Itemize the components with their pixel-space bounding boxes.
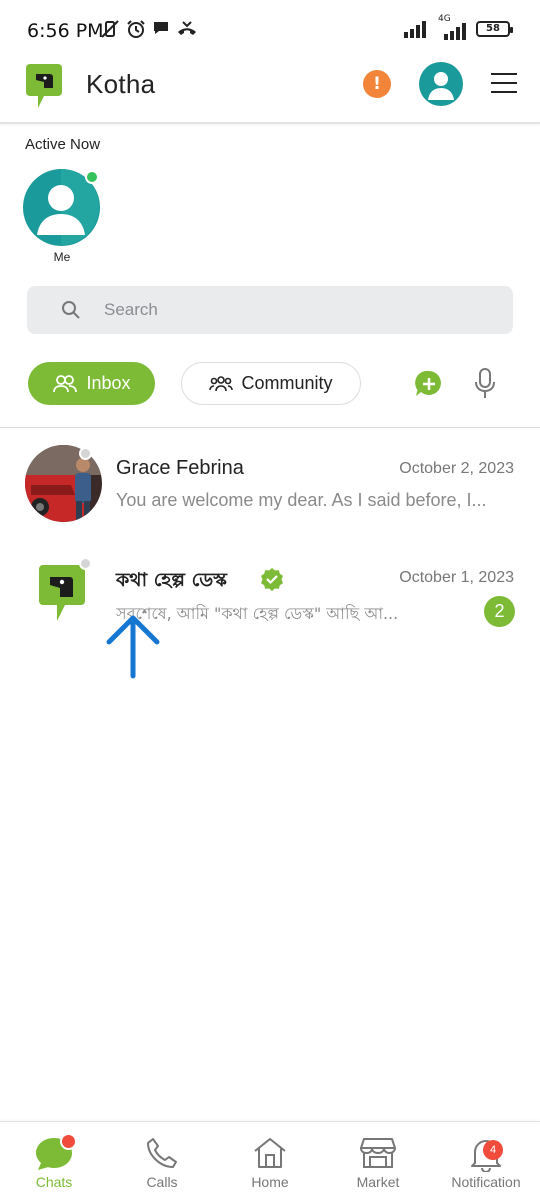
missed-call-icon [178, 21, 196, 35]
chat-message-preview: You are welcome my dear. As I said befor… [116, 490, 487, 510]
search-icon [62, 301, 80, 319]
user-icon [428, 72, 454, 100]
active-now-label: Active Now [25, 136, 101, 153]
chat-date: October 2, 2023 [399, 460, 514, 477]
community-icon [209, 375, 234, 391]
hamburger-menu-icon[interactable] [491, 73, 517, 93]
chat-bubble-icon [154, 22, 168, 34]
nav-notification[interactable]: 4 Notification [432, 1122, 540, 1200]
notification-dot [60, 1133, 77, 1150]
chat-message-preview: সবশেষে, আমি "কথা হেল্প ডেস্ক" আছি আ... [116, 604, 399, 623]
vibrate-off-icon [101, 20, 119, 38]
nav-calls[interactable]: Calls [108, 1122, 216, 1200]
users-icon [53, 374, 78, 392]
nav-home[interactable]: Home [216, 1122, 324, 1200]
chat-contact-name: কথা হেল্প ডেস্ক [116, 569, 227, 591]
app-title: Kotha [86, 69, 156, 99]
tab-community-label: Community [241, 373, 333, 393]
divider [0, 427, 540, 428]
unread-count-badge: 2 [484, 596, 515, 627]
annotation-arrow-icon [106, 615, 160, 679]
active-user-name: Me [53, 250, 71, 264]
microphone-icon[interactable] [474, 368, 496, 400]
tab-inbox-label: Inbox [86, 373, 131, 393]
alert-button[interactable]: ! [363, 70, 391, 98]
phone-icon [147, 1138, 177, 1168]
nav-home-label: Home [251, 1174, 289, 1190]
nav-chats[interactable]: Chats [0, 1122, 108, 1200]
app-header: Kotha ! [0, 60, 540, 124]
nav-market[interactable]: Market [324, 1122, 432, 1200]
home-icon [254, 1138, 286, 1168]
new-chat-icon[interactable] [415, 370, 443, 398]
offline-indicator [79, 447, 92, 460]
chat-list-item[interactable]: Grace Febrina October 2, 2023 You are we… [0, 445, 540, 545]
signal-icon [404, 21, 426, 38]
alarm-icon [127, 20, 145, 38]
search-input[interactable]: Search [27, 286, 513, 334]
chat-list-item[interactable]: কথা হেল্প ডেস্ক October 1, 2023 সবশেষে, … [0, 553, 540, 653]
store-icon [360, 1138, 396, 1168]
status-time: 6:56 PM [27, 20, 104, 42]
search-placeholder: Search [104, 300, 158, 319]
nav-calls-label: Calls [146, 1174, 178, 1190]
online-indicator [85, 170, 99, 184]
tab-community[interactable]: Community [181, 362, 361, 405]
verified-badge-icon [261, 568, 283, 591]
bottom-navigation: Chats Calls Home Market 4 Notification [0, 1121, 540, 1200]
status-bar: 6:56 PM 4G 58 [0, 0, 540, 60]
chat-date: October 1, 2023 [399, 569, 514, 586]
offline-indicator [79, 557, 92, 570]
profile-avatar-button[interactable] [419, 62, 463, 106]
status-icons-left [100, 19, 198, 39]
nav-chats-label: Chats [35, 1174, 73, 1190]
status-icons-right: 4G 58 [404, 14, 513, 40]
tab-inbox[interactable]: Inbox [28, 362, 155, 405]
nav-notification-label: Notification [451, 1174, 521, 1190]
nav-market-label: Market [356, 1174, 400, 1190]
notification-count-badge: 4 [483, 1140, 503, 1160]
battery-icon: 58 [476, 21, 513, 37]
kotha-logo-icon [24, 62, 64, 114]
chat-contact-name: Grace Febrina [116, 457, 244, 479]
signal-4g-icon: 4G [436, 14, 470, 40]
